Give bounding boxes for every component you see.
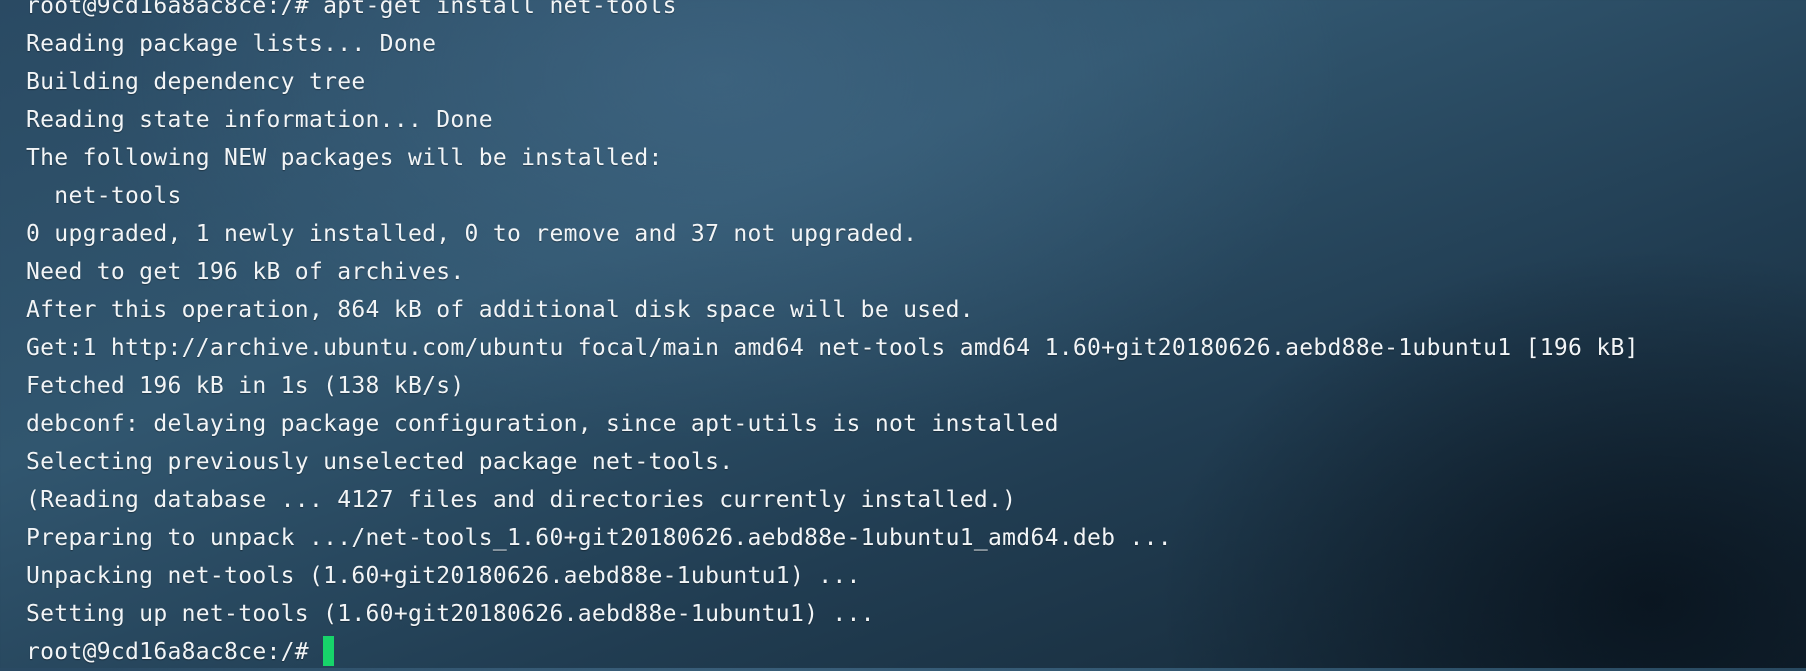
output-line: Selecting previously unselected package … <box>26 449 734 475</box>
output-line: Preparing to unpack .../net-tools_1.60+g… <box>26 525 1172 551</box>
output-line: net-tools <box>26 183 182 209</box>
output-line: Fetched 196 kB in 1s (138 kB/s) <box>26 373 465 399</box>
output-line: Get:1 http://archive.ubuntu.com/ubuntu f… <box>26 335 1639 361</box>
output-line: The following NEW packages will be insta… <box>26 145 663 171</box>
output-line: Reading state information... Done <box>26 107 493 133</box>
output-line: Unpacking net-tools (1.60+git20180626.ae… <box>26 563 861 589</box>
output-line: 0 upgraded, 1 newly installed, 0 to remo… <box>26 221 918 247</box>
output-line: After this operation, 864 kB of addition… <box>26 297 974 323</box>
terminal-window[interactable]: root@9cd16a8ac8ce:/# apt-get install net… <box>0 0 1806 668</box>
output-line: (Reading database ... 4127 files and dir… <box>26 487 1017 513</box>
command-line: root@9cd16a8ac8ce:/# apt-get install net… <box>26 0 677 19</box>
output-line: Need to get 196 kB of archives. <box>26 259 465 285</box>
text-cursor[interactable] <box>322 635 334 666</box>
output-line: Setting up net-tools (1.60+git20180626.a… <box>26 601 875 627</box>
shell-prompt: root@9cd16a8ac8ce:/# <box>26 639 309 665</box>
output-line: debconf: delaying package configuration,… <box>26 411 1059 437</box>
prompt-line[interactable]: root@9cd16a8ac8ce:/# <box>26 633 334 671</box>
output-line: Building dependency tree <box>26 69 366 95</box>
output-line: Reading package lists... Done <box>26 31 437 57</box>
